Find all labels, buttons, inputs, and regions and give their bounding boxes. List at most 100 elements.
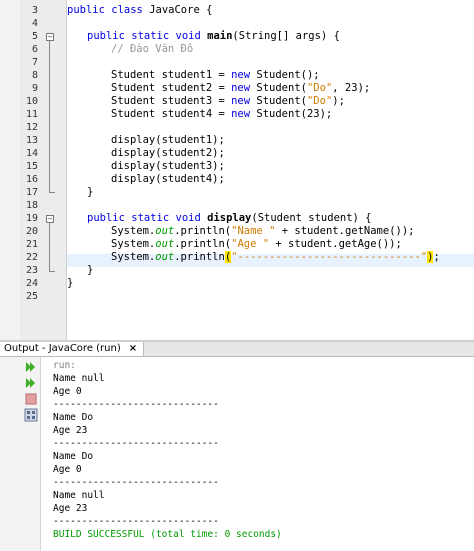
code-text: ;	[433, 251, 440, 263]
code-line-21: System.out.println("Age " + student.getA…	[111, 238, 402, 251]
string-literal: "-----------------------------"	[231, 251, 428, 263]
code-line-19: public static void display(Student stude…	[87, 212, 372, 225]
console-line: -----------------------------	[53, 477, 219, 488]
line-number: 6	[31, 44, 38, 55]
rerun-icon[interactable]	[24, 376, 38, 390]
code-text: .println	[174, 251, 225, 263]
keyword: public class	[67, 4, 143, 16]
stop-icon[interactable]	[24, 392, 38, 406]
keyword: public static void	[87, 30, 201, 42]
console-line: Name Do	[53, 451, 94, 462]
line-number: 17	[25, 187, 38, 198]
code-line-11: Student student4 = new Student(23);	[111, 108, 332, 121]
code-line-10: Student student3 = new Student("Do");	[111, 95, 345, 108]
keyword: new	[231, 108, 251, 120]
close-icon[interactable]: ×	[129, 343, 137, 354]
field-out: out	[155, 238, 175, 250]
code-text: Student student2 =	[111, 82, 232, 94]
code-line-16: display(student4);	[111, 173, 225, 185]
console-line: -----------------------------	[53, 438, 219, 449]
line-number: 20	[25, 226, 38, 237]
tab-output[interactable]: Output - JavaCore (run) ×	[0, 342, 145, 356]
line-number: 25	[25, 291, 38, 302]
fold-toggle-main[interactable]: −	[46, 33, 54, 41]
line-number: 24	[25, 278, 38, 289]
code-text: Student(	[250, 95, 307, 107]
code-line-17: }	[87, 186, 94, 198]
code-text: Student student4 =	[111, 108, 232, 120]
code-text: Student student3 =	[111, 95, 232, 107]
tab-label: Output - JavaCore (run)	[4, 343, 121, 354]
code-text: Student(23);	[250, 108, 333, 120]
line-number: 22	[25, 252, 38, 263]
code-line-20: System.out.println("Name " + student.get…	[111, 225, 414, 238]
settings-icon[interactable]	[24, 408, 38, 422]
code-line-6: // Đào Văn Đô	[111, 43, 194, 55]
code-editor[interactable]: 3 4 5 6 7 8 9 10 11 12 13 14 15 16 17 18…	[0, 0, 474, 340]
class-name: JavaCore	[149, 4, 200, 16]
fold-toggle-display[interactable]: −	[46, 215, 54, 223]
line-number: 23	[25, 265, 38, 276]
console-line: Age 0	[53, 464, 82, 475]
code-line-13: display(student1);	[111, 134, 225, 146]
console-line: Age 0	[53, 386, 82, 397]
line-number: 19	[25, 213, 38, 224]
fold-guide	[49, 223, 50, 271]
console-line: -----------------------------	[53, 399, 219, 410]
string-literal: "Do"	[306, 95, 333, 107]
line-number: 18	[25, 200, 38, 211]
line-number: 13	[25, 135, 38, 146]
code-text: + student.getAge());	[269, 238, 402, 250]
line-number: 9	[31, 83, 38, 94]
code-text: {	[199, 4, 213, 16]
method-name: main	[207, 30, 233, 42]
console-line: Age 23	[53, 503, 88, 514]
code-text: + student.getName());	[275, 225, 415, 237]
build-status-line: BUILD SUCCESSFUL (total time: 0 seconds)	[53, 529, 282, 540]
code-text: Student(	[250, 82, 307, 94]
console-line: Name Do	[53, 412, 94, 423]
keyword: new	[231, 69, 251, 81]
code-line-14: display(student2);	[111, 147, 225, 159]
code-line-22: System.out.println("--------------------…	[111, 251, 440, 264]
code-line-23: }	[87, 264, 94, 276]
fold-guide	[49, 41, 50, 192]
fold-guide-end	[49, 271, 55, 272]
line-number: 4	[31, 18, 38, 29]
code-line-8: Student student1 = new Student();	[111, 69, 320, 82]
line-number: 15	[25, 161, 38, 172]
console-line: -----------------------------	[53, 516, 219, 527]
run-icon[interactable]	[24, 360, 38, 374]
code-text: );	[332, 95, 345, 107]
keyword: new	[231, 82, 251, 94]
string-literal: "Name "	[231, 225, 276, 237]
field-out: out	[155, 251, 175, 263]
code-text: System.	[111, 238, 156, 250]
code-text: .println(	[174, 238, 232, 250]
field-out: out	[155, 225, 175, 237]
code-text: Student();	[250, 69, 320, 81]
code-text: .println(	[174, 225, 232, 237]
code-line-15: display(student3);	[111, 160, 225, 172]
string-literal: "Do"	[306, 82, 333, 94]
output-console[interactable]: run: Name null Age 0 -------------------…	[41, 357, 474, 551]
code-text: (Student student) {	[251, 212, 372, 224]
line-number: 11	[25, 109, 38, 120]
code-text: , 23);	[332, 82, 371, 94]
code-text: System.	[111, 225, 156, 237]
method-name: display	[207, 212, 252, 224]
code-text: System.	[111, 251, 156, 263]
line-number: 14	[25, 148, 38, 159]
code-area[interactable]: public class JavaCore { public static vo…	[67, 0, 474, 340]
code-line-24: }	[67, 277, 74, 289]
line-number: 8	[31, 70, 38, 81]
code-text: (String[] args) {	[232, 30, 340, 42]
editor-left-stripe	[0, 0, 21, 340]
line-number: 12	[25, 122, 38, 133]
string-literal: "Age "	[231, 238, 270, 250]
line-number: 7	[31, 57, 38, 68]
console-line: Name null	[53, 373, 105, 384]
line-number: 21	[25, 239, 38, 250]
console-line: run:	[53, 360, 76, 371]
console-line: Age 23	[53, 425, 88, 436]
